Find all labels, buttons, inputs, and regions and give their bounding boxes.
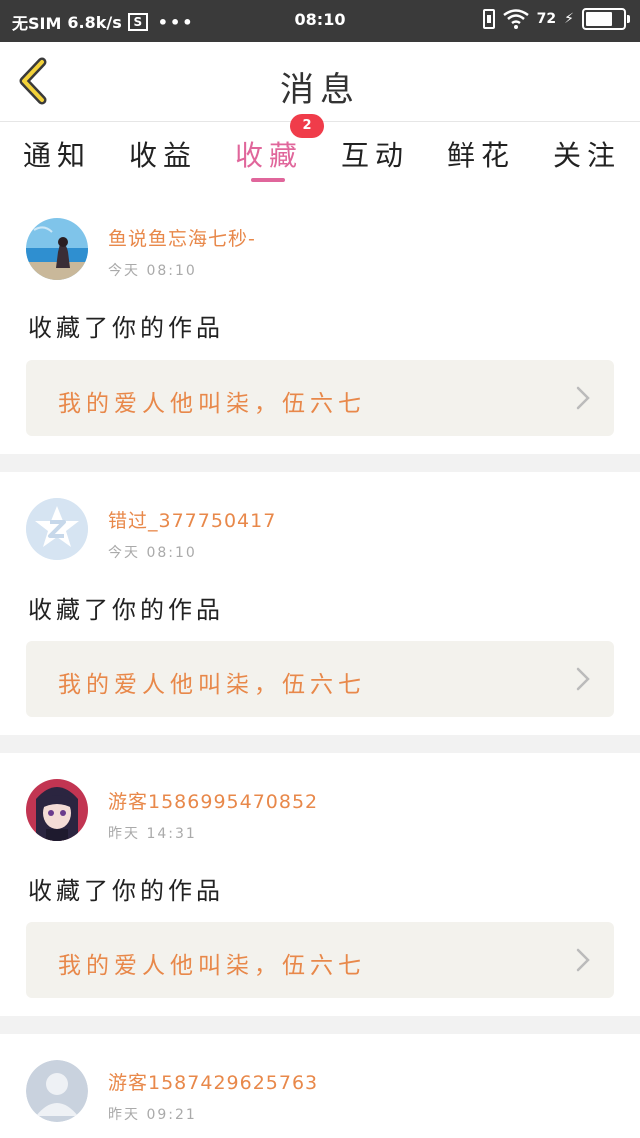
tab-favorites[interactable]: 收藏 bbox=[214, 134, 324, 174]
action-text: 收藏了你的作品 bbox=[28, 314, 224, 342]
user-avatar[interactable] bbox=[26, 498, 88, 560]
message-card: 错过_377750417 今天 08:10 收藏了你的作品 我的爱人他叫柒，伍六… bbox=[0, 472, 640, 735]
tab-following[interactable]: 关注 bbox=[532, 134, 640, 174]
battery-charge-bolt-icon: ⚡ bbox=[564, 11, 574, 27]
username[interactable]: 游客1586995470852 bbox=[108, 787, 318, 814]
nav-header: 消息 bbox=[0, 42, 640, 122]
message-time: 今天 08:10 bbox=[108, 545, 197, 561]
work-link[interactable]: 我的爱人他叫柒，伍六七 bbox=[26, 922, 614, 998]
username[interactable]: 鱼说鱼忘海七秒- bbox=[108, 224, 256, 251]
user-avatar[interactable] bbox=[26, 1060, 88, 1122]
user-avatar[interactable] bbox=[26, 218, 88, 280]
qq-default-avatar-icon bbox=[26, 498, 88, 560]
work-link[interactable]: 我的爱人他叫柒，伍六七 bbox=[26, 360, 614, 436]
message-card: 游客1586995470852 昨天 14:31 收藏了你的作品 我的爱人他叫柒… bbox=[0, 753, 640, 1016]
work-title: 我的爱人他叫柒，伍六七 bbox=[58, 672, 366, 698]
tab-interactions[interactable]: 互动 bbox=[320, 134, 430, 174]
battery-level: 72 bbox=[536, 11, 557, 27]
tab-earnings[interactable]: 收益 bbox=[108, 134, 218, 174]
chevron-right-icon bbox=[576, 948, 590, 972]
username[interactable]: 游客1587429625763 bbox=[108, 1068, 318, 1095]
favorites-count-badge: 2 bbox=[290, 114, 324, 138]
work-title: 我的爱人他叫柒，伍六七 bbox=[58, 391, 366, 417]
photo-avatar-icon bbox=[26, 218, 88, 280]
username[interactable]: 错过_377750417 bbox=[108, 506, 276, 533]
message-card: 游客1587429625763 昨天 09:21 bbox=[0, 1034, 640, 1138]
chevron-right-icon bbox=[576, 667, 590, 691]
message-time: 昨天 14:31 bbox=[108, 826, 197, 842]
divider bbox=[0, 1016, 640, 1034]
page-title: 消息 bbox=[280, 70, 360, 110]
work-link[interactable]: 我的爱人他叫柒，伍六七 bbox=[26, 641, 614, 717]
default-user-avatar-icon bbox=[26, 1060, 88, 1122]
divider bbox=[0, 735, 640, 753]
work-title: 我的爱人他叫柒，伍六七 bbox=[58, 953, 366, 979]
active-tab-indicator bbox=[251, 178, 285, 182]
status-bar: 无SIM 6.8k/s S ••• 08:10 72 ⚡ bbox=[0, 0, 640, 42]
battery-icon bbox=[582, 8, 630, 30]
wifi-icon bbox=[502, 9, 529, 29]
status-right: 72 ⚡ bbox=[482, 8, 630, 30]
tab-notifications[interactable]: 通知 bbox=[2, 134, 112, 174]
message-card: 鱼说鱼忘海七秒- 今天 08:10 收藏了你的作品 我的爱人他叫柒，伍六七 bbox=[0, 196, 640, 454]
message-time: 昨天 09:21 bbox=[108, 1107, 197, 1123]
charging-icon bbox=[482, 9, 495, 29]
user-avatar[interactable] bbox=[26, 779, 88, 841]
chevron-right-icon bbox=[576, 386, 590, 410]
message-time: 今天 08:10 bbox=[108, 263, 197, 279]
anime-avatar-icon bbox=[26, 779, 88, 841]
action-text: 收藏了你的作品 bbox=[28, 596, 224, 624]
tab-flowers[interactable]: 鲜花 bbox=[426, 134, 536, 174]
action-text: 收藏了你的作品 bbox=[28, 877, 224, 905]
divider bbox=[0, 454, 640, 472]
